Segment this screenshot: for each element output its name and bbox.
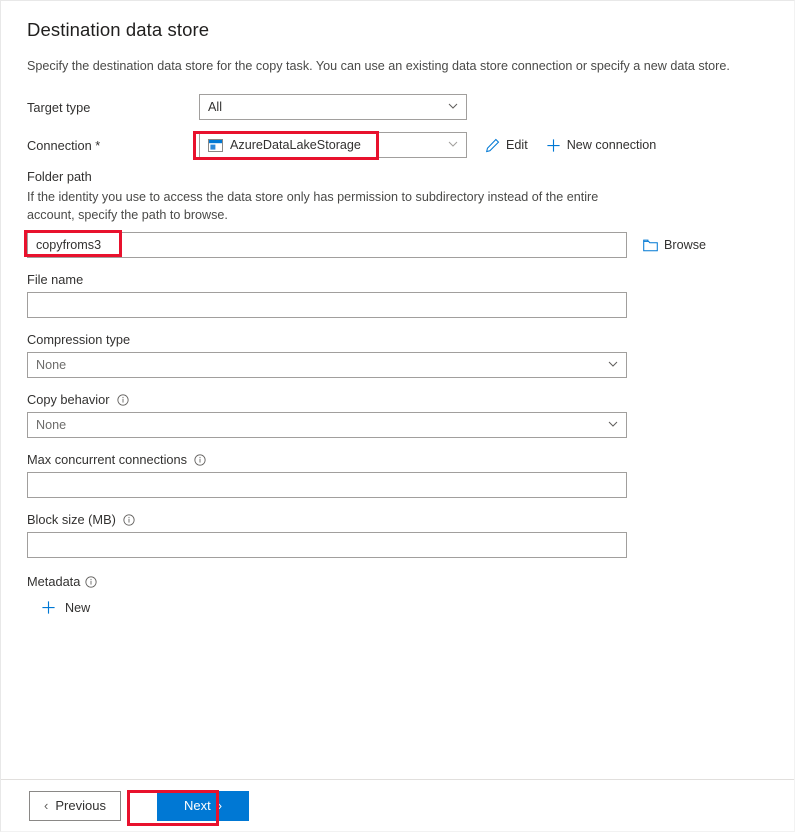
chevron-left-icon: ‹ — [44, 798, 48, 813]
plus-icon — [41, 600, 56, 615]
file-name-input[interactable] — [27, 292, 627, 318]
target-type-dropdown[interactable]: All — [199, 94, 467, 120]
chevron-right-icon: › — [218, 798, 222, 813]
compression-type-value: None — [36, 358, 66, 372]
previous-button-label: Previous — [55, 798, 106, 813]
connection-label: Connection * — [27, 138, 199, 153]
compression-type-dropdown[interactable]: None — [27, 352, 627, 378]
metadata-group: Metadata New — [27, 574, 768, 618]
page-description: Specify the destination data store for t… — [27, 57, 768, 75]
page-title: Destination data store — [27, 19, 768, 41]
max-concurrent-connections-label-text: Max concurrent connections — [27, 452, 187, 467]
connection-row: Connection * AzureDataLakeStorage — [27, 131, 768, 159]
folder-path-label-text: Folder path — [27, 169, 92, 184]
folder-path-input[interactable]: copyfroms3 — [27, 232, 627, 258]
compression-type-group: Compression type None — [27, 332, 768, 378]
folder-path-input-row: copyfroms3 Browse — [27, 232, 768, 258]
edit-connection-button[interactable]: Edit — [485, 138, 528, 153]
new-connection-label: New connection — [567, 138, 657, 152]
folder-path-value: copyfroms3 — [36, 238, 101, 252]
chevron-down-icon — [608, 419, 618, 429]
info-icon[interactable] — [85, 576, 97, 588]
panel-content: Destination data store Specify the desti… — [1, 1, 794, 779]
copy-behavior-label-text: Copy behavior — [27, 392, 110, 407]
folder-path-label: Folder path — [27, 169, 768, 184]
destination-data-store-panel: Destination data store Specify the desti… — [0, 0, 795, 832]
block-size-label-text: Block size (MB) — [27, 512, 116, 527]
copy-behavior-group: Copy behavior None — [27, 392, 768, 438]
block-size-group: Block size (MB) — [27, 512, 768, 558]
metadata-label: Metadata — [27, 574, 768, 589]
folder-icon — [643, 239, 658, 252]
connection-dropdown[interactable]: AzureDataLakeStorage — [199, 132, 467, 158]
add-metadata-button[interactable]: New — [41, 600, 90, 615]
browse-label: Browse — [664, 238, 706, 252]
folder-path-help: If the identity you use to access the da… — [27, 189, 627, 225]
plus-icon — [546, 138, 561, 153]
folder-path-group: Folder path If the identity you use to a… — [27, 169, 768, 258]
metadata-label-text: Metadata — [27, 574, 80, 589]
copy-behavior-value: None — [36, 418, 66, 432]
file-name-label-text: File name — [27, 272, 83, 287]
compression-type-label-text: Compression type — [27, 332, 130, 347]
max-concurrent-connections-label: Max concurrent connections — [27, 452, 768, 467]
info-icon[interactable] — [123, 514, 135, 526]
copy-behavior-label: Copy behavior — [27, 392, 768, 407]
chevron-down-icon — [448, 139, 458, 149]
wizard-footer: ‹ Previous Next › — [1, 779, 794, 831]
max-concurrent-connections-group: Max concurrent connections — [27, 452, 768, 498]
info-icon[interactable] — [117, 394, 129, 406]
target-type-label: Target type — [27, 100, 199, 115]
file-name-group: File name — [27, 272, 768, 318]
connection-value: AzureDataLakeStorage — [230, 138, 361, 152]
chevron-down-icon — [608, 359, 618, 369]
edit-connection-label: Edit — [506, 138, 528, 152]
new-connection-button[interactable]: New connection — [546, 138, 657, 153]
next-button-label: Next — [184, 798, 211, 813]
block-size-label: Block size (MB) — [27, 512, 768, 527]
next-button[interactable]: Next › — [157, 791, 249, 821]
add-metadata-label: New — [65, 601, 90, 615]
target-type-value: All — [208, 100, 222, 114]
copy-behavior-dropdown[interactable]: None — [27, 412, 627, 438]
target-type-row: Target type All — [27, 93, 768, 121]
block-size-input[interactable] — [27, 532, 627, 558]
file-name-label: File name — [27, 272, 768, 287]
azure-datalake-storage-icon — [208, 139, 223, 152]
max-concurrent-connections-input[interactable] — [27, 472, 627, 498]
pencil-icon — [485, 138, 500, 153]
previous-button[interactable]: ‹ Previous — [29, 791, 121, 821]
chevron-down-icon — [448, 101, 458, 111]
browse-folder-button[interactable]: Browse — [643, 238, 706, 252]
info-icon[interactable] — [194, 454, 206, 466]
compression-type-label: Compression type — [27, 332, 768, 347]
